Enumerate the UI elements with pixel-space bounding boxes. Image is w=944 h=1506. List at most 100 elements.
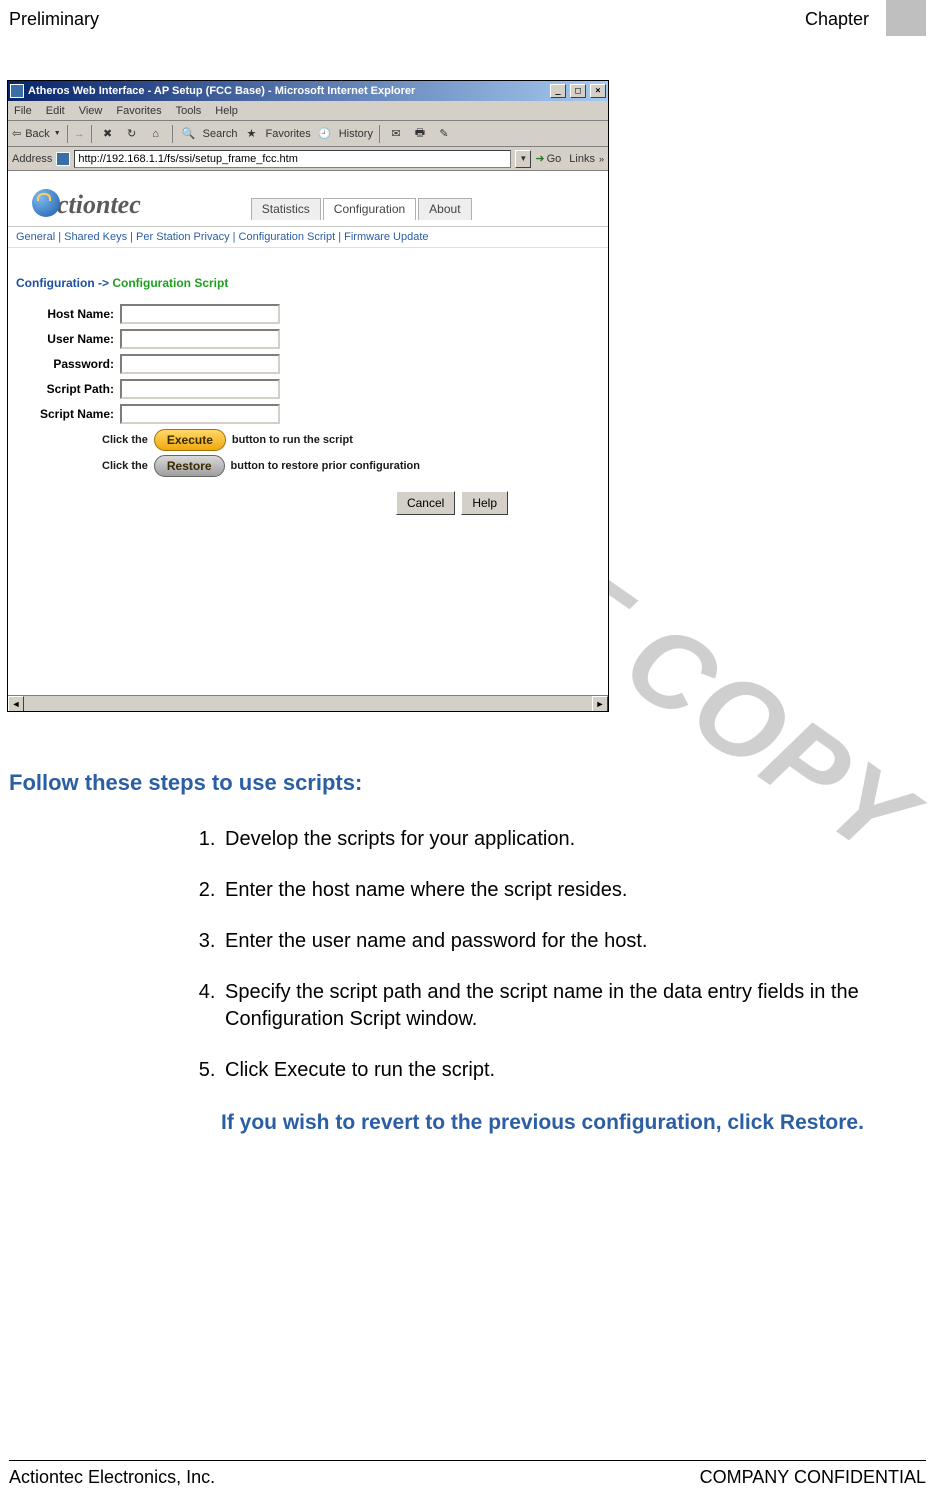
tab-configuration[interactable]: Configuration [323,198,416,220]
script-name-label: Script Name: [18,407,114,421]
breadcrumb-config: Configuration -> [16,276,109,290]
restore-hint-row: Click the Restore button to restore prio… [102,455,598,477]
edit-icon[interactable]: ✎ [434,124,454,144]
sub-nav-links[interactable]: General | Shared Keys | Per Station Priv… [8,226,608,248]
header-left: Preliminary [9,9,99,36]
scroll-left-icon[interactable]: ◄ [8,696,24,711]
menu-edit[interactable]: Edit [46,105,65,117]
header-right: Chapter [805,9,926,36]
address-url: http://192.168.1.1/fs/ssi/setup_frame_fc… [78,153,298,165]
menu-tools[interactable]: Tools [176,105,202,117]
links-button[interactable]: Links [569,153,595,165]
toolbar-separator [379,125,380,143]
page-number-tab [886,0,926,36]
page-header: Preliminary Chapter [0,0,944,36]
breadcrumb: Configuration -> Configuration Script [8,248,608,298]
links-chevron-icon[interactable]: » [599,154,604,164]
browser-window: Atheros Web Interface - AP Setup (FCC Ba… [7,80,609,712]
form-row-scriptpath: Script Path: [18,379,598,399]
search-button[interactable]: Search [203,128,238,140]
footer-left: Actiontec Electronics, Inc. [9,1467,215,1488]
search-icon[interactable]: 🔍 [179,124,199,144]
close-button[interactable]: × [590,84,606,98]
horizontal-scrollbar[interactable]: ◄ ► [8,695,608,711]
cancel-button[interactable]: Cancel [396,491,455,515]
script-path-input[interactable] [120,379,280,399]
steps-list: Develop the scripts for your application… [9,826,940,1084]
app-icon [10,84,24,98]
section-heading: Follow these steps to use scripts: [9,770,940,796]
window-title: Atheros Web Interface - AP Setup (FCC Ba… [28,85,546,97]
step-3: Enter the user name and password for the… [221,928,940,955]
form-row-user: User Name: [18,329,598,349]
window-titlebar: Atheros Web Interface - AP Setup (FCC Ba… [8,81,608,101]
stop-icon[interactable]: ✖ [98,124,118,144]
browser-content: ctiontec Statistics Configuration About … [8,171,608,711]
menubar: File Edit View Favorites Tools Help [8,101,608,121]
user-name-input[interactable] [120,329,280,349]
bottom-button-row: Cancel Help [18,481,598,515]
form-row-scriptname: Script Name: [18,404,598,424]
back-arrow-icon[interactable]: ⇦ [12,127,21,140]
form-row-host: Host Name: [18,304,598,324]
address-dropdown-icon[interactable]: ▼ [515,150,531,168]
execute-hint-text: button to run the script [232,434,353,446]
document-body: Follow these steps to use scripts: Devel… [9,770,944,1137]
menu-file[interactable]: File [14,105,32,117]
print-icon[interactable]: 🖶 [410,124,430,144]
menu-favorites[interactable]: Favorites [116,105,161,117]
host-name-input[interactable] [120,304,280,324]
page-icon [56,152,70,166]
mail-icon[interactable]: ✉ [386,124,406,144]
script-name-input[interactable] [120,404,280,424]
toolbar-separator [67,125,68,143]
maximize-button[interactable]: □ [570,84,586,98]
back-dropdown-icon[interactable]: ▼ [54,130,61,137]
script-path-label: Script Path: [18,382,114,396]
execute-button[interactable]: Execute [154,429,226,451]
refresh-icon[interactable]: ↻ [122,124,142,144]
form-row-password: Password: [18,354,598,374]
forward-arrow-icon[interactable]: → [74,128,85,140]
logo-orb-icon [32,189,60,217]
menu-help[interactable]: Help [215,105,238,117]
favorites-button[interactable]: Favorites [265,128,310,140]
footer-right: COMPANY CONFIDENTIAL [700,1467,926,1488]
password-input[interactable] [120,354,280,374]
step-2: Enter the host name where the script res… [221,877,940,904]
go-button[interactable]: ➜ Go [535,152,561,165]
go-icon: ➜ [535,152,544,165]
tab-about[interactable]: About [418,198,471,220]
home-icon[interactable]: ⌂ [146,124,166,144]
restore-button[interactable]: Restore [154,455,225,477]
config-form: Host Name: User Name: Password: Script P… [8,298,608,519]
host-name-label: Host Name: [18,307,114,321]
toolbar-separator [172,125,173,143]
history-icon[interactable]: 🕘 [315,124,335,144]
restore-hint-text: button to restore prior configuration [231,460,420,472]
click-the-text: Click the [102,434,148,446]
address-bar: Address http://192.168.1.1/fs/ssi/setup_… [8,147,608,171]
user-name-label: User Name: [18,332,114,346]
step-4: Specify the script path and the script n… [221,979,940,1033]
logo-text: ctiontec [57,190,141,219]
address-label: Address [12,153,52,165]
go-label: Go [547,153,562,165]
header-chapter: Chapter [805,9,869,30]
menu-view[interactable]: View [79,105,103,117]
execute-hint-row: Click the Execute button to run the scri… [102,429,598,451]
address-input[interactable]: http://192.168.1.1/fs/ssi/setup_frame_fc… [74,150,511,168]
toolbar: ⇦ Back ▼ → ✖ ↻ ⌂ 🔍 Search ★ Favorites 🕘 … [8,121,608,147]
back-button[interactable]: Back [25,128,49,140]
tab-row: Statistics Configuration About [251,198,472,220]
toolbar-separator [91,125,92,143]
step-1: Develop the scripts for your application… [221,826,940,853]
step-5: Click Execute to run the script. [221,1057,940,1084]
scroll-right-icon[interactable]: ► [592,696,608,711]
history-button[interactable]: History [339,128,373,140]
minimize-button[interactable]: _ [550,84,566,98]
tab-statistics[interactable]: Statistics [251,198,321,220]
help-button[interactable]: Help [461,491,508,515]
page-footer: Actiontec Electronics, Inc. COMPANY CONF… [9,1460,926,1488]
favorites-icon[interactable]: ★ [241,124,261,144]
